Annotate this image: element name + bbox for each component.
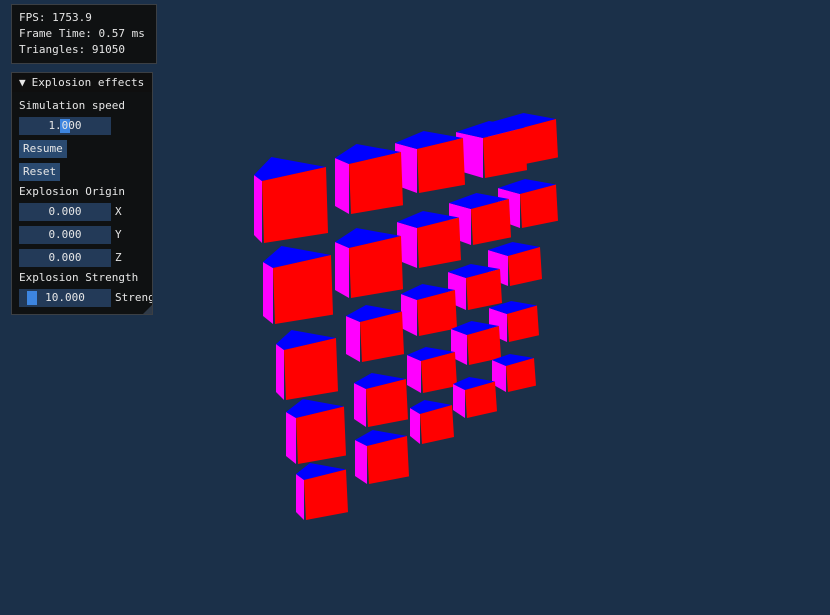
cube <box>397 211 461 268</box>
cube-side-face <box>296 474 304 520</box>
origin-z-value: 0.000 <box>48 251 82 264</box>
origin-y-label: Y <box>115 228 122 241</box>
reset-button[interactable]: Reset <box>19 163 61 181</box>
panel-title-bar[interactable]: ▼ Explosion effects <box>12 73 152 92</box>
origin-x-field[interactable]: 0.000 <box>19 203 111 221</box>
cube-side-face <box>355 440 367 484</box>
cube-side-face <box>410 408 420 444</box>
explosion-effects-panel: ▼ Explosion effects Simulation speed 1.00… <box>11 72 153 315</box>
explosion-strength-value: 10.000 <box>45 291 85 304</box>
collapse-arrow-icon[interactable]: ▼ <box>19 76 26 89</box>
origin-y-field[interactable]: 0.000 <box>19 226 111 244</box>
simulation-speed-slider[interactable]: 1.000 <box>19 117 111 135</box>
origin-z-label: Z <box>115 251 122 264</box>
panel-title: Explosion effects <box>31 76 145 89</box>
cube <box>286 399 346 464</box>
simulation-speed-label: Simulation speed <box>19 99 125 112</box>
cube-side-face <box>407 355 421 393</box>
cube-side-face <box>286 412 296 464</box>
cube <box>346 305 404 362</box>
explosion-strength-label: Explosion Strength <box>19 271 139 284</box>
cube-wall <box>254 113 558 520</box>
explosion-strength-slider[interactable]: 10.000 <box>19 289 111 307</box>
cube <box>254 157 328 243</box>
fps-readout: FPS: 1753.9 <box>19 11 92 24</box>
cube-side-face <box>335 242 349 298</box>
cube <box>354 373 408 427</box>
origin-x-label: X <box>115 205 122 218</box>
cube <box>276 330 338 400</box>
cube <box>410 400 454 444</box>
cube-side-face <box>254 175 262 243</box>
cube <box>453 377 497 418</box>
cube <box>355 430 409 484</box>
cube-side-face <box>263 262 273 324</box>
resume-button[interactable]: Resume <box>19 140 67 158</box>
explosion-origin-label: Explosion Origin <box>19 185 125 198</box>
cube <box>395 131 465 193</box>
cube <box>451 321 501 365</box>
origin-z-field[interactable]: 0.000 <box>19 249 111 267</box>
cube <box>407 347 457 393</box>
cube <box>401 284 457 336</box>
origin-y-value: 0.000 <box>48 228 82 241</box>
cube <box>263 246 333 324</box>
cube <box>335 228 403 298</box>
simulation-speed-value: 1.000 <box>48 119 82 132</box>
slider-grab[interactable] <box>27 291 37 305</box>
cube-side-face <box>401 294 417 336</box>
triangle-count-readout: Triangles: 91050 <box>19 43 125 56</box>
cube <box>492 354 536 392</box>
resize-grip-icon[interactable] <box>143 305 152 314</box>
cube <box>335 144 403 214</box>
origin-x-value: 0.000 <box>48 205 82 218</box>
cube-side-face <box>276 344 284 400</box>
cube <box>456 121 527 178</box>
cube <box>448 264 502 310</box>
cube <box>296 463 348 520</box>
cube-side-face <box>354 383 366 427</box>
frame-time-readout: Frame Time: 0.57 ms <box>19 27 145 40</box>
cube-side-face <box>335 158 349 214</box>
cube-side-face <box>346 316 360 362</box>
stats-overlay: FPS: 1753.9 Frame Time: 0.57 ms Triangle… <box>11 4 157 64</box>
